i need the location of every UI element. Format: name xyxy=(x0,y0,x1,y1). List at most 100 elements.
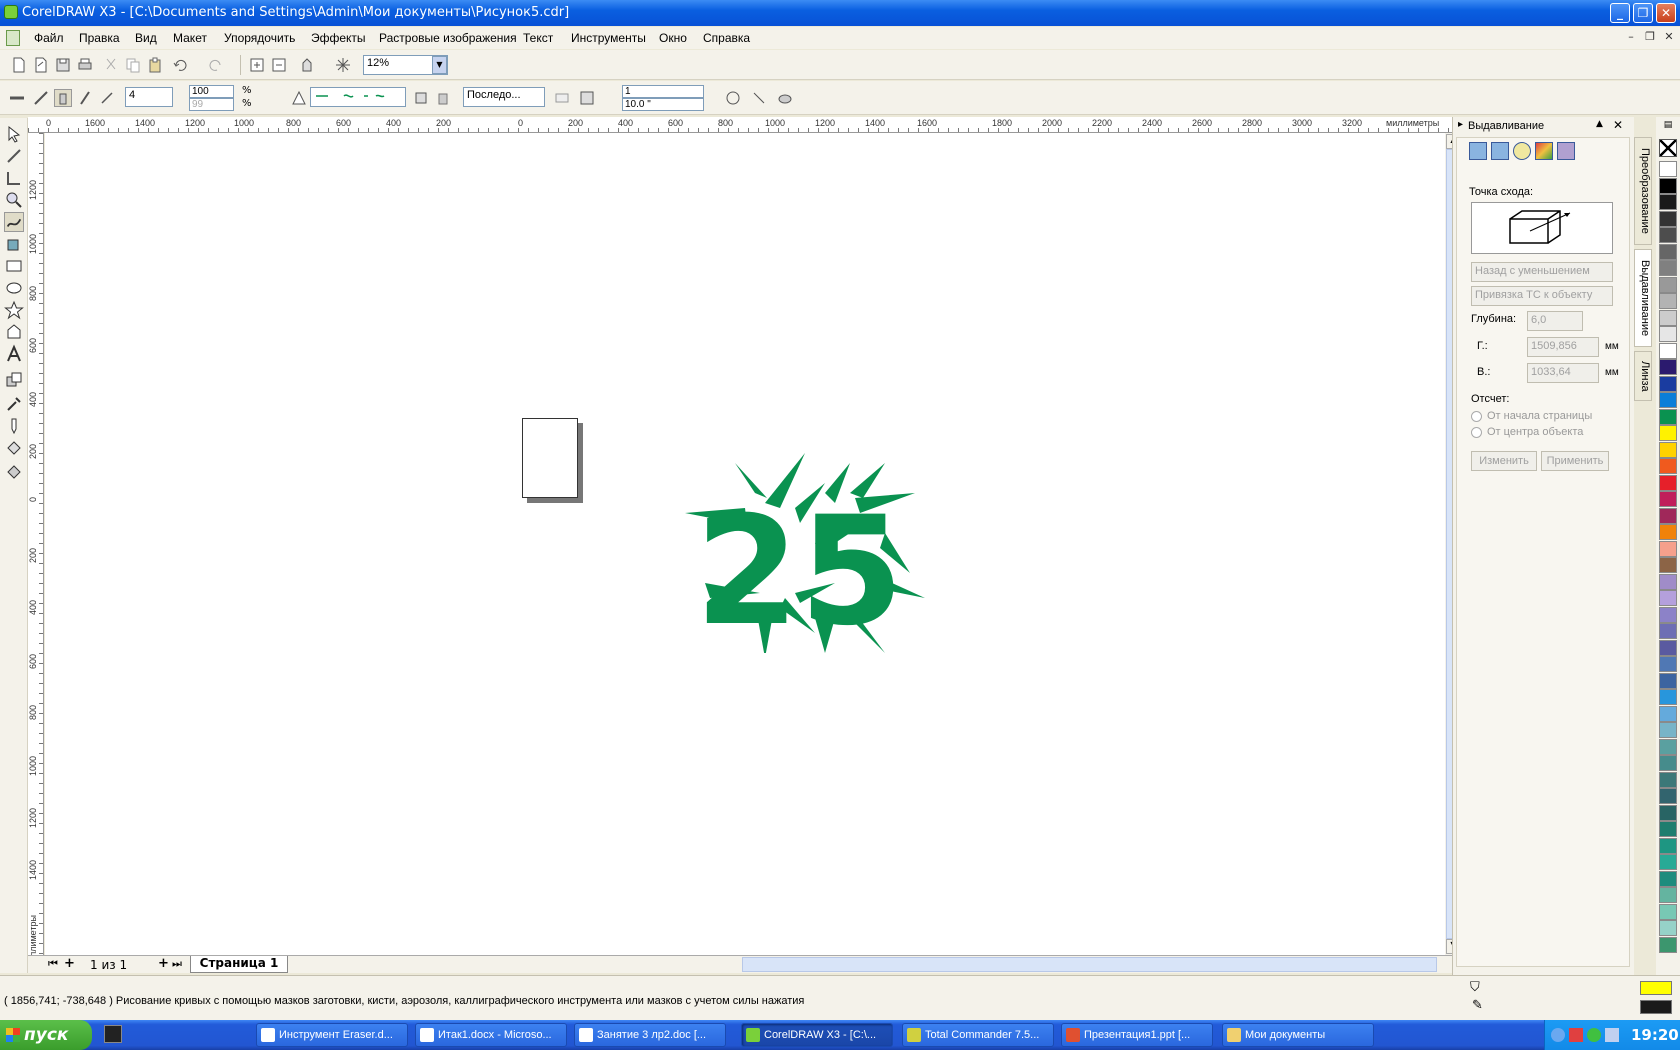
color-swatch[interactable] xyxy=(1659,788,1677,804)
interactive-blend-tool-icon[interactable] xyxy=(4,370,24,390)
task-coreldraw[interactable]: CorelDRAW X3 - [C:\... xyxy=(741,1023,893,1047)
vertical-input[interactable]: 1033,64 xyxy=(1527,363,1599,383)
sprayer-mode-icon[interactable] xyxy=(54,89,72,107)
print-icon[interactable] xyxy=(76,56,94,74)
menu-view[interactable]: Вид xyxy=(135,31,157,45)
no-color-swatch[interactable] xyxy=(1659,139,1677,157)
dabs-input[interactable]: 1 xyxy=(622,85,704,98)
doc-close-button[interactable]: ✕ xyxy=(1662,30,1676,44)
color-swatch[interactable] xyxy=(1659,243,1677,260)
color-swatch[interactable] xyxy=(1659,194,1677,210)
menu-tools[interactable]: Инструменты xyxy=(571,31,646,45)
color-swatch[interactable] xyxy=(1659,672,1677,689)
basic-shapes-tool-icon[interactable] xyxy=(4,322,24,342)
color-swatch[interactable] xyxy=(1659,375,1677,392)
color-swatch[interactable] xyxy=(1659,441,1677,458)
horizontal-input[interactable]: 1509,856 xyxy=(1527,337,1599,357)
add-page-after-icon[interactable]: + xyxy=(158,956,169,971)
cut-icon[interactable] xyxy=(102,56,120,74)
polygon-tool-icon[interactable] xyxy=(4,300,24,320)
color-swatch[interactable] xyxy=(1659,804,1677,821)
color-swatch[interactable] xyxy=(1659,326,1677,342)
color-swatch[interactable] xyxy=(1659,771,1677,788)
task-my-documents[interactable]: Мои документы xyxy=(1222,1023,1374,1047)
fill-color-indicator[interactable] xyxy=(1640,981,1672,995)
sprayer-file-icon[interactable] xyxy=(290,89,308,107)
task-presentation[interactable]: Презентация1.ppt [... xyxy=(1061,1023,1213,1047)
redo-icon[interactable] xyxy=(206,56,224,74)
vanishing-point-lock-dropdown[interactable]: Привязка ТС к объекту xyxy=(1471,286,1613,306)
docker-close-icon[interactable]: ✕ xyxy=(1613,118,1623,132)
color-swatch[interactable] xyxy=(1659,606,1677,623)
tab-extrude[interactable]: Выдавливание xyxy=(1634,249,1652,347)
start-button[interactable]: пуск xyxy=(0,1020,92,1050)
tab-lens[interactable]: Линза xyxy=(1634,351,1652,401)
freehand-tool-icon[interactable] xyxy=(4,212,24,232)
color-swatch[interactable] xyxy=(1659,705,1677,722)
extrude-rotation-icon[interactable] xyxy=(1491,142,1509,160)
docker-collapse-icon[interactable]: ▸ xyxy=(1458,119,1463,130)
offset-icon[interactable] xyxy=(750,89,768,107)
size-bottom-input[interactable]: 99 xyxy=(189,98,234,111)
zoom-tool-icon[interactable] xyxy=(4,190,24,210)
radio-object-center[interactable] xyxy=(1471,427,1482,438)
preset-mode-icon[interactable] xyxy=(8,89,26,107)
color-swatch[interactable] xyxy=(1659,821,1677,837)
add-page-before-icon[interactable]: + xyxy=(64,956,75,971)
page-tab[interactable]: Страница 1 xyxy=(190,956,288,973)
stroke-list-combo[interactable] xyxy=(310,87,406,107)
tray-volume-icon[interactable] xyxy=(1605,1028,1619,1042)
color-swatch[interactable] xyxy=(1659,161,1677,177)
color-swatch[interactable] xyxy=(1659,639,1677,656)
tray-network-icon[interactable] xyxy=(1587,1028,1601,1042)
brush-mode-icon[interactable] xyxy=(32,89,50,107)
apply-button[interactable]: Применить xyxy=(1541,451,1609,471)
doc-minimize-button[interactable]: – xyxy=(1624,30,1638,44)
color-swatch[interactable] xyxy=(1659,623,1677,639)
menu-arrange[interactable]: Упорядочить xyxy=(224,31,295,45)
new-icon[interactable] xyxy=(10,56,28,74)
delete-icon[interactable] xyxy=(434,89,452,107)
close-button[interactable]: ✕ xyxy=(1656,3,1676,23)
task-zanyatie-doc[interactable]: Занятие 3 лр2.doc [... xyxy=(574,1023,726,1047)
color-swatch[interactable] xyxy=(1659,293,1677,309)
color-swatch[interactable] xyxy=(1659,755,1677,771)
color-swatch[interactable] xyxy=(1659,722,1677,738)
docker-minimize-icon[interactable]: ▲ xyxy=(1596,119,1603,129)
maximize-button[interactable]: ❐ xyxy=(1633,3,1653,23)
task-total-commander[interactable]: Total Commander 7.5... xyxy=(902,1023,1054,1047)
extrusion-type-dropdown[interactable]: Назад с уменьшением xyxy=(1471,262,1613,282)
color-swatch[interactable] xyxy=(1659,425,1677,441)
outline-color-indicator[interactable] xyxy=(1640,1000,1672,1014)
palette-menu-icon[interactable]: ▤ xyxy=(1659,120,1677,134)
menu-window[interactable]: Окно xyxy=(659,31,687,45)
color-swatch[interactable] xyxy=(1659,491,1677,507)
ellipse-tool-icon[interactable] xyxy=(4,278,24,298)
open-icon[interactable] xyxy=(32,56,50,74)
rotation-icon[interactable] xyxy=(724,89,742,107)
task-eraser-doc[interactable]: Инструмент Eraser.d... xyxy=(256,1023,408,1047)
pick-tool-icon[interactable] xyxy=(4,124,24,144)
minimize-button[interactable]: _ xyxy=(1610,3,1630,23)
artwork-25[interactable]: 25 xyxy=(685,453,925,653)
color-swatch[interactable] xyxy=(1659,392,1677,408)
depth-input[interactable]: 6,0 xyxy=(1527,311,1583,331)
color-swatch[interactable] xyxy=(1659,474,1677,491)
color-swatch[interactable] xyxy=(1659,359,1677,375)
extrude-bevel-icon[interactable] xyxy=(1557,142,1575,160)
color-swatch[interactable] xyxy=(1659,590,1677,606)
doc-restore-button[interactable]: ❐ xyxy=(1643,30,1657,44)
pressure-mode-icon[interactable] xyxy=(98,89,116,107)
color-swatch[interactable] xyxy=(1659,656,1677,672)
zoom-dropdown-arrow[interactable]: ▼ xyxy=(432,56,447,74)
color-swatch[interactable] xyxy=(1659,573,1677,590)
color-swatch[interactable] xyxy=(1659,540,1677,557)
undo-icon[interactable] xyxy=(172,56,190,74)
reset-values-icon[interactable] xyxy=(776,89,794,107)
menu-layout[interactable]: Макет xyxy=(173,31,207,45)
save-icon[interactable] xyxy=(54,56,72,74)
color-swatch[interactable] xyxy=(1659,557,1677,573)
tab-transform[interactable]: Преобразование xyxy=(1634,137,1652,245)
horizontal-scroll-thumb[interactable] xyxy=(742,957,1437,972)
text-tool-icon[interactable] xyxy=(4,344,24,364)
